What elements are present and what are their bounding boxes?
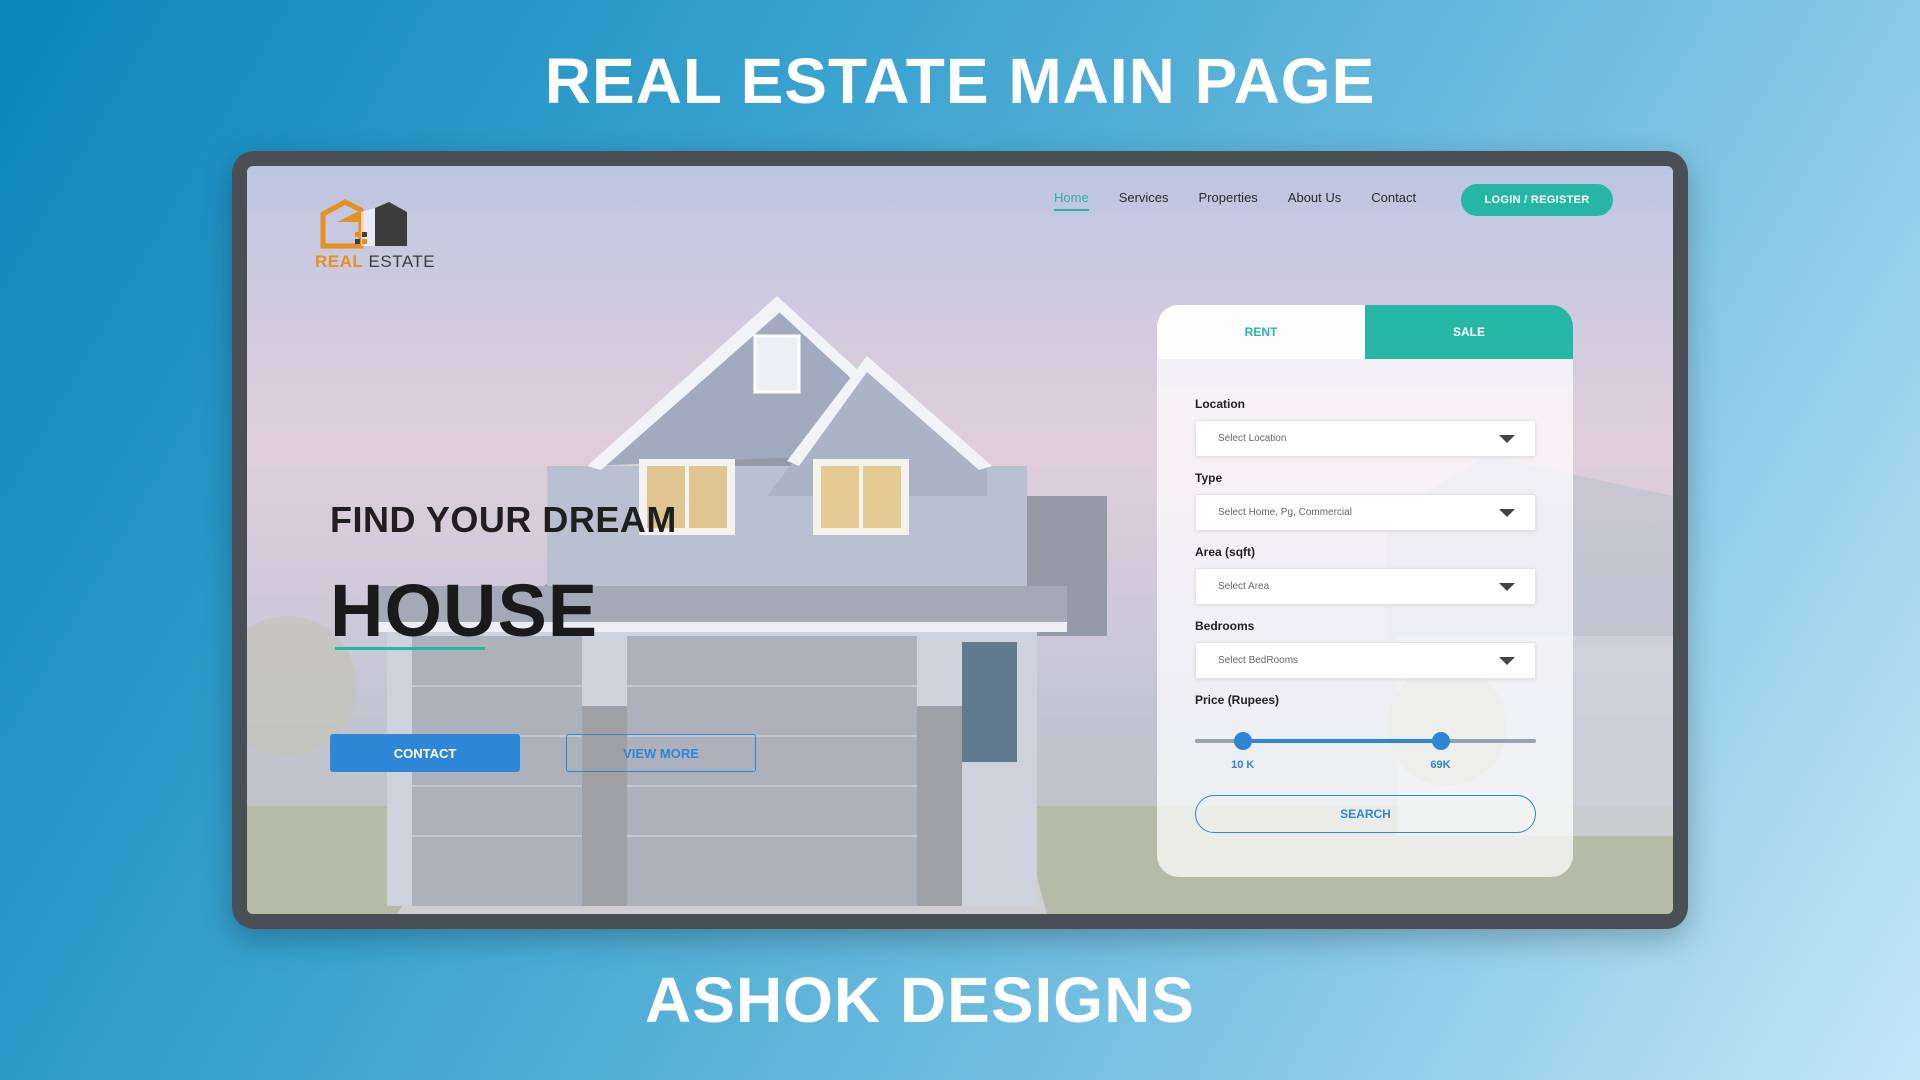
logo-text: REAL ESTATE — [315, 252, 435, 272]
device-frame: REAL ESTATE Home Services Properties Abo… — [232, 151, 1688, 929]
hero-heading-line2: HOUSE — [330, 569, 599, 652]
bedrooms-label: Bedrooms — [1195, 619, 1255, 633]
tab-sale[interactable]: SALE — [1365, 305, 1573, 359]
bedrooms-placeholder: Select BedRooms — [1218, 655, 1299, 666]
type-select[interactable]: Select Home, Pg, Commercial — [1195, 494, 1536, 531]
search-button[interactable]: SEARCH — [1195, 795, 1536, 833]
screen: REAL ESTATE Home Services Properties Abo… — [247, 166, 1673, 914]
chevron-down-icon — [1499, 509, 1515, 517]
property-search-panel: RENT SALE Location Select Location Type … — [1157, 305, 1573, 877]
area-label: Area (sqft) — [1195, 545, 1256, 559]
bedrooms-select[interactable]: Select BedRooms — [1195, 642, 1536, 679]
price-range-slider[interactable] — [1195, 732, 1536, 750]
contact-button[interactable]: CONTACT — [330, 734, 520, 772]
price-max-handle[interactable] — [1431, 732, 1450, 750]
logo-word-real: REAL — [315, 252, 364, 271]
promo-footer: ASHOK DESIGNS — [645, 964, 1195, 1036]
nav-item-properties[interactable]: Properties — [1199, 190, 1258, 211]
chevron-down-icon — [1499, 435, 1515, 443]
login-register-button[interactable]: LOGIN / REGISTER — [1461, 184, 1613, 216]
promo-title: REAL ESTATE MAIN PAGE — [544, 45, 1376, 117]
search-tabs: RENT SALE — [1157, 305, 1573, 359]
tab-rent[interactable]: RENT — [1157, 305, 1365, 359]
area-select[interactable]: Select Area — [1195, 568, 1536, 605]
hero-heading-line1: FIND YOUR DREAM — [330, 499, 677, 540]
view-more-button[interactable]: VIEW MORE — [566, 734, 756, 772]
location-placeholder: Select Location — [1218, 433, 1287, 444]
location-label: Location — [1195, 397, 1245, 411]
nav-item-contact[interactable]: Contact — [1371, 190, 1416, 211]
type-placeholder: Select Home, Pg, Commercial — [1218, 507, 1352, 518]
logo-word-estate: ESTATE — [368, 252, 436, 271]
area-placeholder: Select Area — [1218, 581, 1270, 592]
price-max-label: 69K — [1430, 759, 1451, 771]
nav-item-about-us[interactable]: About Us — [1288, 190, 1341, 211]
hero-underline — [335, 647, 485, 650]
price-label: Price (Rupees) — [1195, 693, 1280, 707]
location-select[interactable]: Select Location — [1195, 420, 1536, 457]
price-min-handle[interactable] — [1233, 732, 1252, 750]
chevron-down-icon — [1499, 657, 1515, 665]
type-label: Type — [1195, 471, 1223, 485]
price-min-label: 10 K — [1231, 759, 1255, 771]
main-nav: Home Services Properties About Us Contac… — [1054, 190, 1446, 211]
chevron-down-icon — [1499, 583, 1515, 591]
nav-item-services[interactable]: Services — [1119, 190, 1169, 211]
nav-item-home[interactable]: Home — [1054, 190, 1089, 211]
